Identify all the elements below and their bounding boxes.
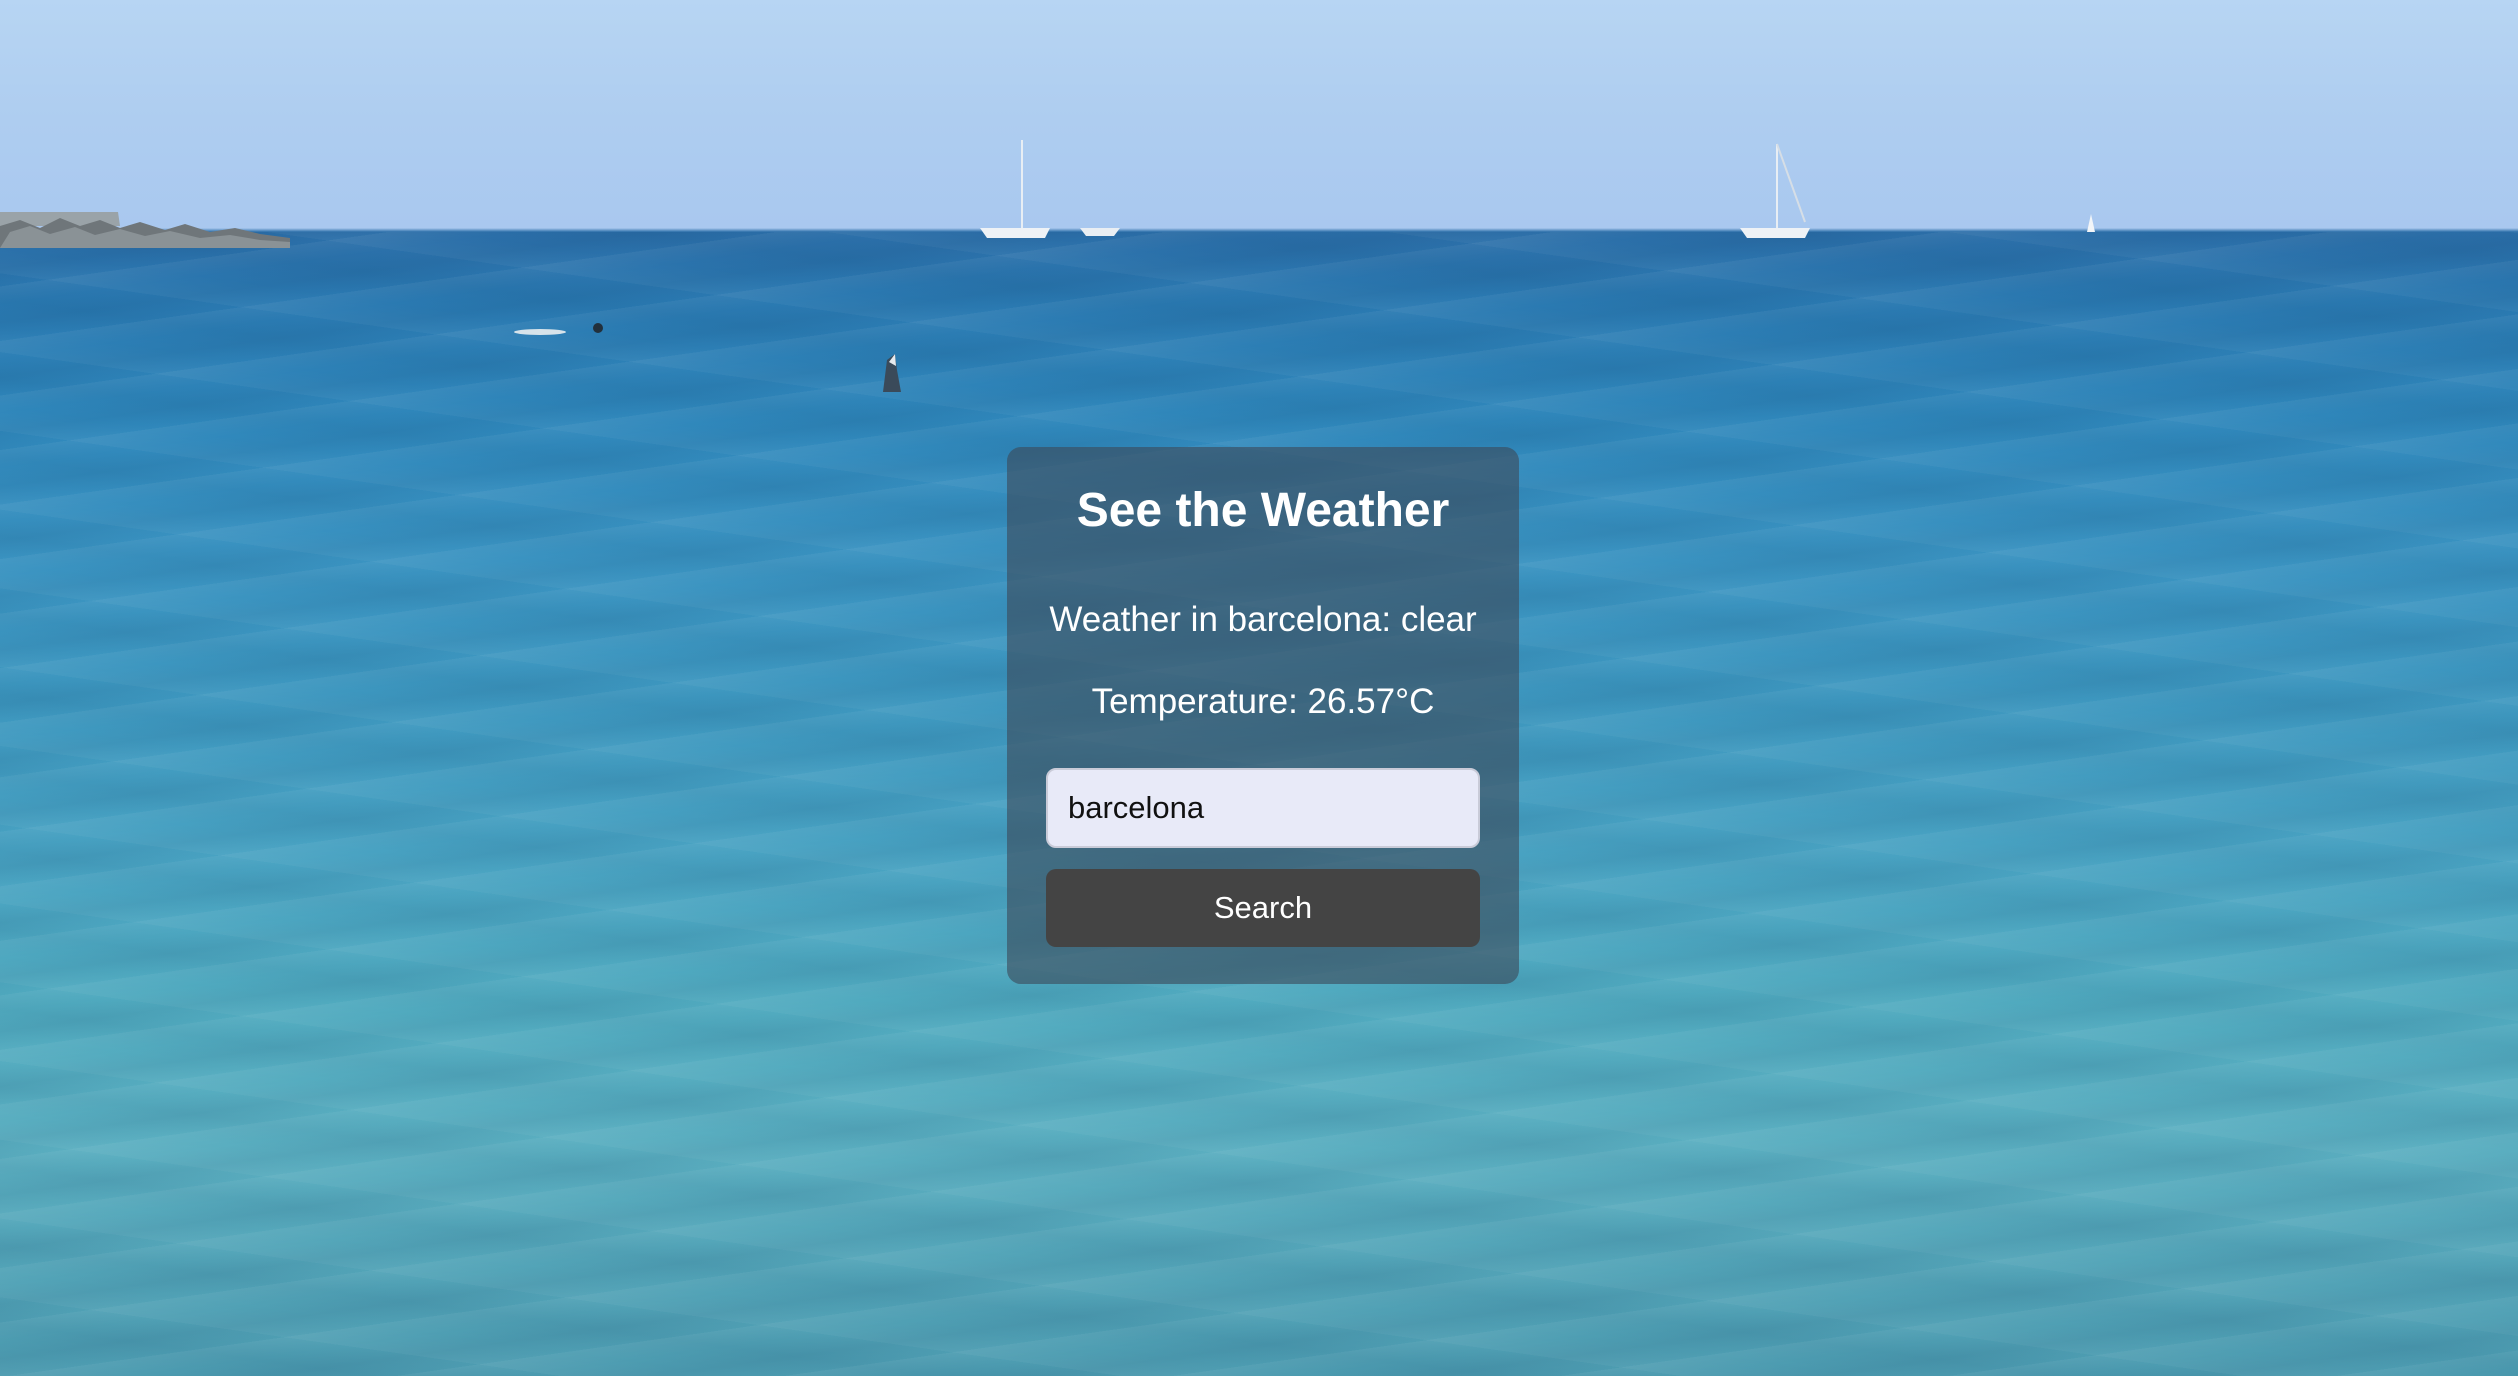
breakwater-rocks [0,212,290,248]
distant-sail [2087,214,2095,232]
swimmer [883,354,901,392]
small-boat [1080,228,1120,236]
temperature-text: Temperature: 26.57°C [1091,682,1435,721]
sailboat [980,140,1050,238]
sailboat [1740,143,1810,238]
city-search-input[interactable] [1046,768,1480,848]
search-button[interactable]: Search [1046,869,1480,947]
weather-card: See the Weather Weather in barcelona: cl… [1007,447,1519,984]
weather-description: Weather in barcelona: clear [1049,600,1477,639]
page-title: See the Weather [1076,484,1450,537]
swimmer [514,323,603,335]
